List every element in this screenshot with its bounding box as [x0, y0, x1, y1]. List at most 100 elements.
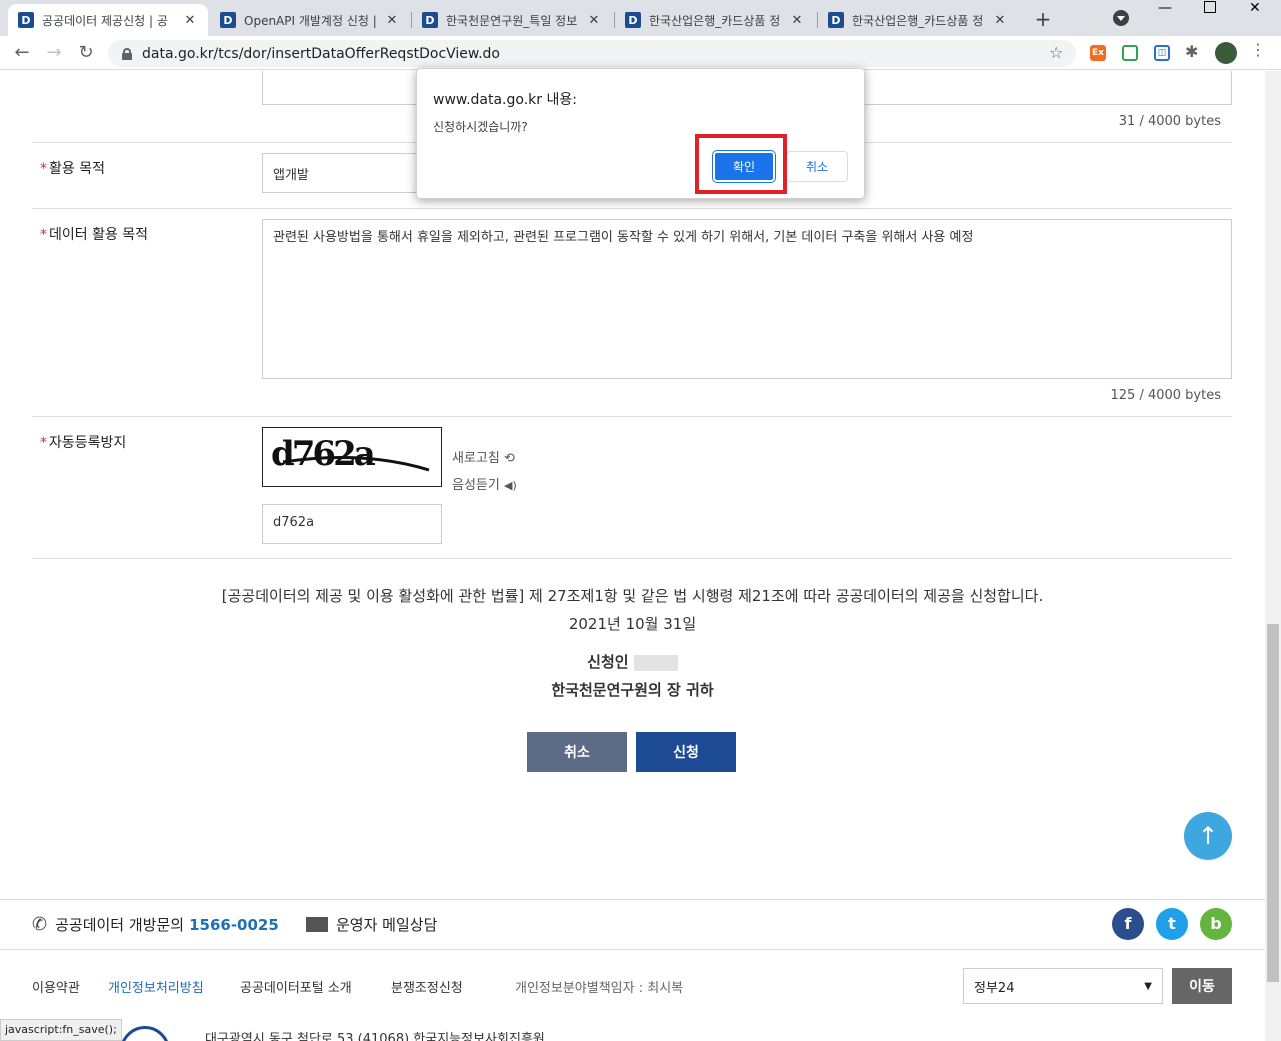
maximize-icon[interactable] — [1204, 1, 1216, 13]
contact-phone: ✆ 공공데이터 개방문의 1566-0025 — [32, 914, 279, 935]
new-tab-icon[interactable]: + — [1030, 6, 1056, 32]
browser-toolbar: ← → ↻ data.go.kr/tcs/dor/insertDataOffer… — [0, 36, 1281, 70]
extension-green-icon[interactable] — [1122, 45, 1138, 61]
profile-avatar[interactable] — [1215, 42, 1237, 64]
redacted-name — [633, 654, 678, 671]
tab-openapi[interactable]: D OpenAPI 개발계정 신청 | ✕ — [210, 4, 410, 36]
dialog-message: 신청하시겠습니까? — [433, 120, 528, 134]
extensions-puzzle-icon[interactable]: ✱ — [1185, 42, 1198, 61]
phone-icon: ✆ — [32, 914, 48, 935]
dispute-link[interactable]: 분쟁조정신청 — [391, 977, 463, 996]
tab-strip: D 공공데이터 제공신청 | 공 ✕ D OpenAPI 개발계정 신청 | ✕… — [0, 0, 1281, 36]
site-favicon-icon: D — [18, 12, 34, 28]
tab-title: OpenAPI 개발계정 신청 | — [244, 13, 377, 28]
close-tab-icon[interactable]: ✕ — [992, 13, 1008, 28]
status-bar: javascript:fn_save(); — [0, 1019, 122, 1041]
captcha-input[interactable]: d762a — [262, 504, 442, 544]
applicant-label: 신청인 — [587, 653, 629, 671]
address-bar[interactable]: data.go.kr/tcs/dor/insertDataOfferReqstD… — [108, 40, 1076, 67]
row-divider — [32, 416, 1232, 417]
url-text: data.go.kr/tcs/dor/insertDataOfferReqstD… — [142, 45, 500, 62]
privacy-officer: 개인정보분야별책임자 : 최시복 — [515, 981, 684, 996]
blog-icon[interactable]: b — [1200, 908, 1232, 940]
submit-button[interactable]: 신청 — [636, 732, 736, 772]
refresh-label: 새로고침 — [452, 451, 500, 466]
row-divider — [32, 558, 1232, 559]
window-close-icon[interactable]: ✕ — [1249, 0, 1261, 16]
required-mark: * — [40, 161, 47, 177]
footer-divider — [0, 899, 1265, 900]
terms-link[interactable]: 이용약관 — [32, 977, 80, 996]
tab-search-icon[interactable] — [1113, 10, 1129, 26]
chevron-down-icon: ▼ — [1144, 980, 1152, 992]
email-consult-link[interactable]: 운영자 메일상담 — [306, 914, 437, 935]
captcha-image: d762a — [262, 427, 442, 487]
scrollbar-thumb[interactable] — [1267, 624, 1279, 982]
extension-blue-icon[interactable]: ◫ — [1154, 45, 1170, 61]
recipient-line: 한국천문연구원의 장 귀하 — [551, 681, 714, 699]
law-statement: [공공데이터의 제공 및 이용 활성화에 관한 법률] 제 27조제1항 및 같… — [221, 587, 1044, 605]
close-tab-icon[interactable]: ✕ — [182, 13, 198, 28]
forward-icon[interactable]: → — [42, 41, 66, 65]
facebook-icon[interactable]: f — [1112, 908, 1144, 940]
minimize-icon[interactable]: — — [1158, 0, 1172, 16]
byte-counter-mid: 125 / 4000 bytes — [1110, 388, 1222, 403]
tab-title: 한국산업은행_카드상품 정 — [649, 13, 781, 28]
tab-data-offer-request[interactable]: D 공공데이터 제공신청 | 공 ✕ — [8, 4, 208, 36]
application-date: 2021년 10월 31일 — [568, 615, 697, 633]
required-mark: * — [40, 435, 47, 451]
site-favicon-icon: D — [422, 12, 438, 28]
data-purpose-textarea[interactable]: 관련된 사용방법을 통해서 휴일을 제외하고, 관련된 프로그램이 동작할 수 … — [262, 219, 1232, 379]
bookmark-star-icon[interactable]: ☆ — [1049, 43, 1063, 62]
select-value: 정부24 — [974, 980, 1015, 996]
tab-kasi[interactable]: D 한국천문연구원_특일 정보 ✕ — [412, 4, 612, 36]
site-favicon-icon: D — [625, 12, 641, 28]
dialog-title: www.data.go.kr 내용: — [433, 92, 577, 108]
captcha-label: * 자동등록방지 — [40, 432, 126, 452]
tab-title: 공공데이터 제공신청 | 공 — [42, 13, 168, 28]
org-seal-logo — [120, 1026, 170, 1041]
applicant-line: 신청인 — [0, 651, 1265, 672]
lock-icon — [122, 47, 132, 60]
back-icon[interactable]: ← — [10, 41, 34, 65]
data-purpose-label: * 데이터 활용 목적 — [40, 224, 148, 244]
portal-intro-link[interactable]: 공공데이터포털 소개 — [240, 977, 352, 996]
tab-kdb-2[interactable]: D 한국산업은행_카드상품 정 ✕ — [818, 4, 1018, 36]
site-favicon-icon: D — [220, 12, 236, 28]
audio-captcha-button[interactable]: 음성듣기 ◀) — [452, 474, 517, 493]
purpose-label: * 활용 목적 — [40, 158, 105, 178]
captcha-label-text: 자동등록방지 — [49, 435, 127, 451]
close-tab-icon[interactable]: ✕ — [384, 13, 400, 28]
tab-kdb-1[interactable]: D 한국산업은행_카드상품 정 ✕ — [615, 4, 815, 36]
footer-address: 대구광역시 동구 첨단로 53 (41068) 한국지능정보사회진흥원 — [205, 1032, 545, 1041]
mail-icon — [306, 917, 328, 932]
scroll-to-top-button[interactable]: ↑ — [1184, 812, 1232, 860]
captcha-input-value: d762a — [273, 515, 315, 530]
byte-counter-top: 31 / 4000 bytes — [1118, 114, 1221, 129]
row-divider — [32, 208, 1232, 209]
close-tab-icon[interactable]: ✕ — [586, 13, 602, 28]
data-purpose-value: 관련된 사용방법을 통해서 휴일을 제외하고, 관련된 프로그램이 동작할 수 … — [273, 230, 974, 245]
related-sites-select[interactable]: 정부24 ▼ — [963, 968, 1163, 1004]
cancel-button[interactable]: 취소 — [527, 732, 627, 772]
page-content: 31 / 4000 bytes * 활용 목적 앱개발 * 데이터 활용 목적 관련… — [0, 71, 1265, 1041]
captcha-strike — [282, 456, 430, 472]
extension-ex-icon[interactable]: Ex — [1090, 45, 1106, 61]
email-label: 운영자 메일상담 — [336, 916, 438, 934]
purpose-value: 앱개발 — [273, 168, 309, 183]
site-favicon-icon: D — [828, 12, 844, 28]
twitter-icon[interactable]: t — [1156, 908, 1188, 940]
reload-icon[interactable]: ↻ — [74, 41, 98, 65]
arrow-up-icon: ↑ — [1197, 822, 1219, 850]
highlight-box — [695, 134, 787, 194]
contact-phone-number[interactable]: 1566-0025 — [189, 916, 279, 934]
browser-menu-icon[interactable]: ⋮ — [1250, 40, 1266, 59]
refresh-icon: ⟲ — [503, 451, 515, 466]
privacy-policy-link[interactable]: 개인정보처리방침 — [108, 977, 204, 996]
data-purpose-label-text: 데이터 활용 목적 — [49, 227, 149, 243]
dialog-cancel-button[interactable]: 취소 — [786, 151, 848, 182]
go-button[interactable]: 이동 — [1172, 968, 1232, 1004]
required-mark: * — [40, 227, 47, 243]
refresh-captcha-button[interactable]: 새로고침 ⟲ — [452, 447, 515, 466]
close-tab-icon[interactable]: ✕ — [789, 13, 805, 28]
